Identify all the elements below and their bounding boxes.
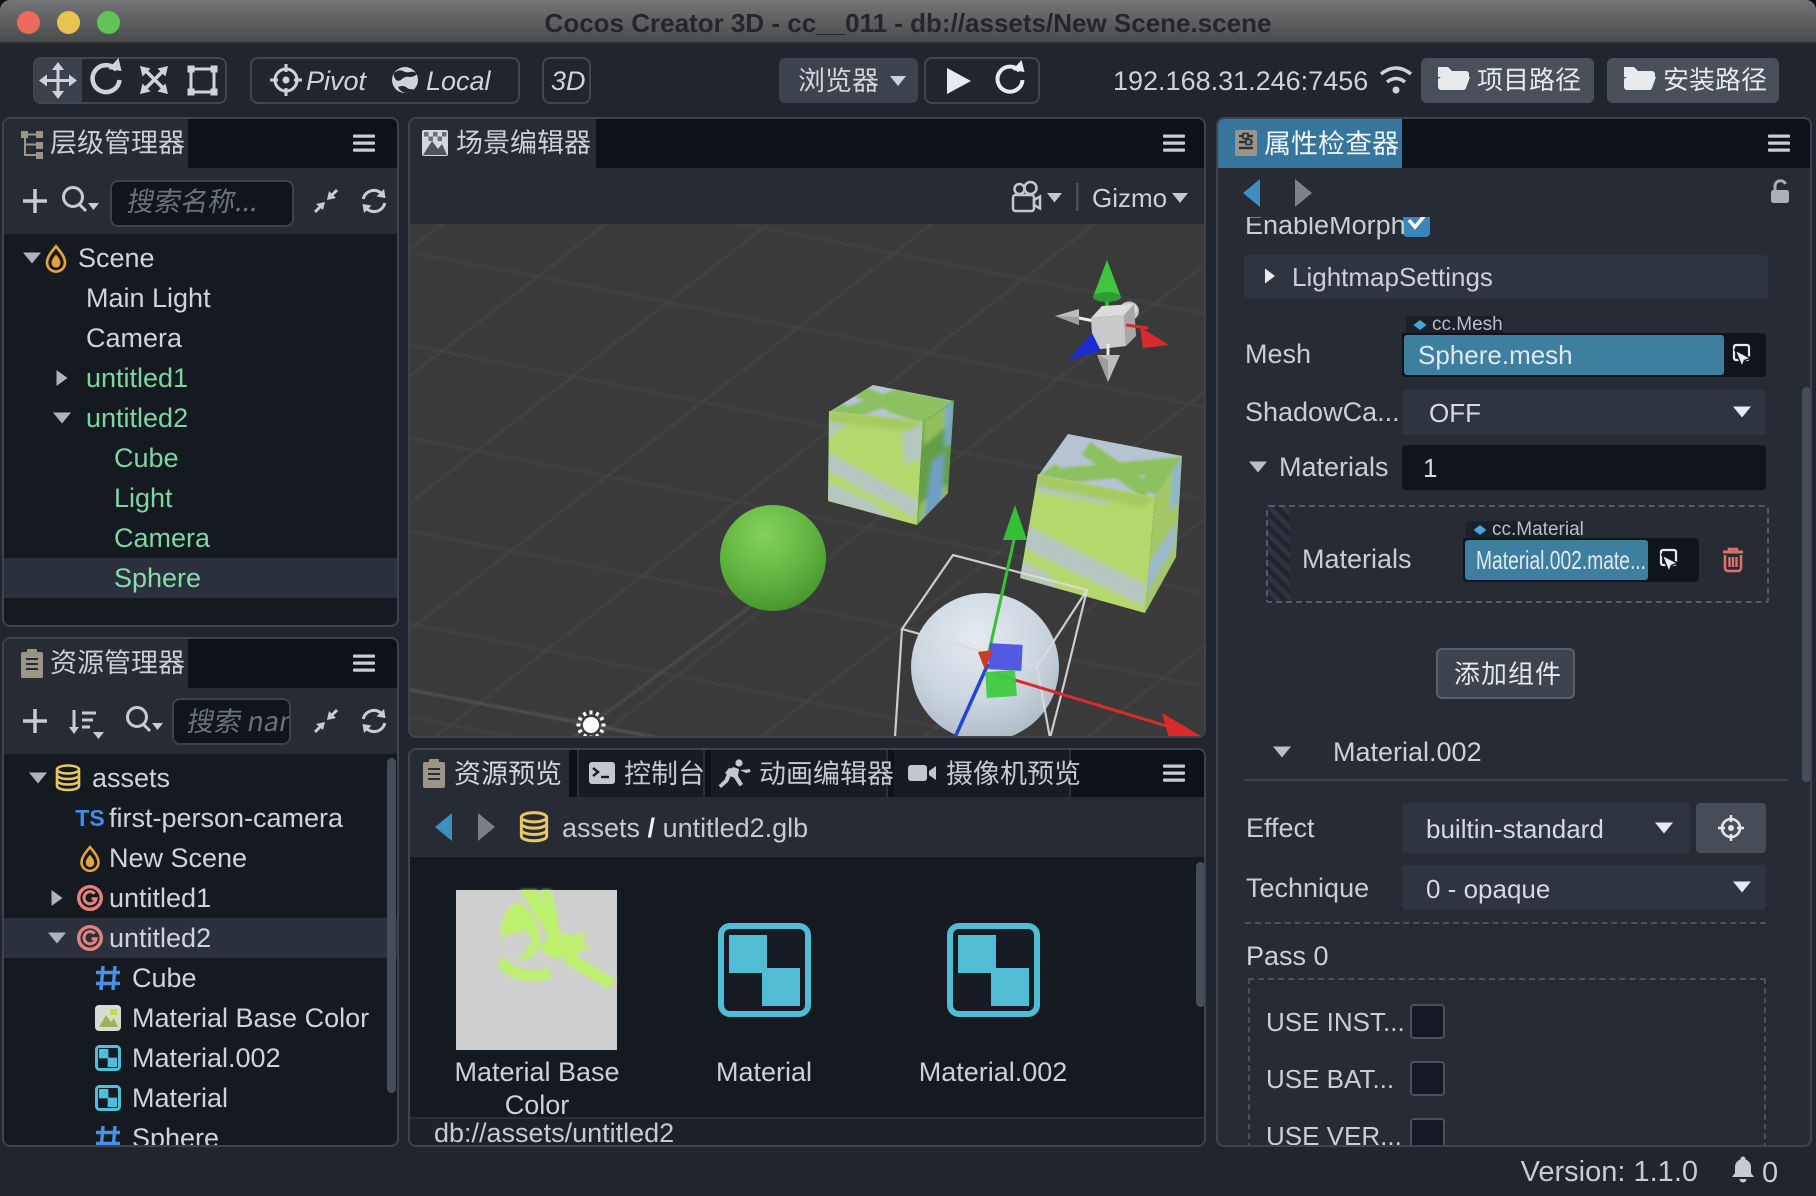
svg-text:New Scene: New Scene	[109, 843, 247, 873]
svg-text:Light: Light	[114, 483, 173, 513]
svg-text:Mesh: Mesh	[1245, 339, 1311, 369]
svg-text:Materials: Materials	[1302, 544, 1412, 574]
svg-text:assets: assets	[92, 763, 170, 793]
svg-text:Materials: Materials	[1279, 452, 1389, 482]
svg-text:untitled1: untitled1	[109, 883, 211, 913]
svg-text:Material.002: Material.002	[1333, 737, 1482, 767]
svg-text:Gizmo: Gizmo	[1092, 183, 1167, 213]
svg-text:Technique: Technique	[1246, 873, 1369, 903]
svg-text:Material Base: Material Base	[454, 1057, 619, 1087]
svg-text:Scene: Scene	[78, 243, 155, 273]
svg-text:cc.Mesh: cc.Mesh	[1432, 314, 1503, 335]
svg-text:db://assets/untitled2: db://assets/untitled2	[434, 1118, 674, 1147]
svg-text:builtin-standard: builtin-standard	[1426, 814, 1604, 844]
svg-text:1: 1	[1423, 453, 1437, 483]
svg-text:Pass 0: Pass 0	[1246, 941, 1329, 971]
svg-text:Material: Material	[132, 1083, 228, 1113]
svg-text:USE INST...: USE INST...	[1266, 1007, 1405, 1037]
svg-text:Sphere: Sphere	[132, 1123, 219, 1147]
svg-text:OFF: OFF	[1429, 398, 1481, 428]
svg-text:LightmapSettings: LightmapSettings	[1292, 262, 1493, 292]
svg-text:0 - opaque: 0 - opaque	[1426, 874, 1550, 904]
svg-text:Material.002: Material.002	[132, 1043, 281, 1073]
svg-text:USE BAT...: USE BAT...	[1266, 1064, 1394, 1094]
svg-text:untitled1: untitled1	[86, 363, 188, 393]
svg-text:Material.002.mate...: Material.002.mate...	[1476, 545, 1646, 575]
svg-text:cc.Material: cc.Material	[1492, 519, 1584, 540]
svg-text:Material.002: Material.002	[919, 1057, 1068, 1087]
svg-text:ShadowCa...: ShadowCa...	[1245, 397, 1400, 427]
svg-text:Color: Color	[505, 1090, 570, 1120]
svg-text:untitled2: untitled2	[86, 403, 188, 433]
svg-text:Main Light: Main Light	[86, 283, 211, 313]
svg-text:Material: Material	[716, 1057, 812, 1087]
svg-text:Cube: Cube	[132, 963, 197, 993]
svg-text:USE VER...: USE VER...	[1266, 1121, 1402, 1147]
svg-text:Effect: Effect	[1246, 813, 1315, 843]
svg-text:assets / untitled2.glb: assets / untitled2.glb	[562, 813, 808, 843]
svg-text:first-person-camera: first-person-camera	[109, 803, 344, 833]
svg-text:Material Base Color: Material Base Color	[132, 1003, 369, 1033]
svg-text:Camera: Camera	[114, 523, 211, 553]
svg-text:Sphere: Sphere	[114, 563, 201, 593]
svg-text:Sphere.mesh: Sphere.mesh	[1418, 340, 1573, 370]
svg-text:0: 0	[1762, 1157, 1778, 1189]
svg-text:untitled2: untitled2	[109, 923, 211, 953]
svg-text:TS: TS	[75, 805, 104, 831]
svg-text:Cube: Cube	[114, 443, 179, 473]
svg-text:Camera: Camera	[86, 323, 183, 353]
